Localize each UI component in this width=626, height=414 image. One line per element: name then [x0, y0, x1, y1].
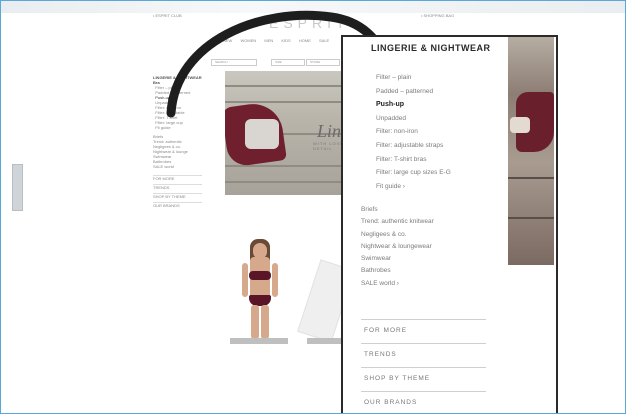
subcategory-item[interactable]: Unpadded	[376, 112, 451, 126]
category-item[interactable]: Negligees & co.	[361, 229, 434, 241]
subcategory-item-selected[interactable]: Push-up	[376, 98, 451, 112]
screenshot-frame: • ESPRIT CLUB • SHOPPING BAG ESPRIT NEW …	[0, 0, 626, 414]
category-item[interactable]: Nightwear & loungewear	[361, 241, 434, 253]
category-list: Briefs Trend: authentic knitwear Neglige…	[361, 204, 434, 290]
subcategory-item[interactable]: Filter: non-iron	[376, 125, 451, 139]
section-trends[interactable]: TRENDS	[361, 343, 486, 367]
subcategory-list: Filter – plain Padded – patterned Push-u…	[376, 71, 451, 193]
category-item[interactable]: SALE world ›	[361, 278, 434, 290]
panel-hero-image[interactable]	[508, 37, 554, 265]
zoomed-menu-panel: LINGERIE & NIGHTWEAR Filter – plain Padd…	[341, 35, 558, 413]
category-item[interactable]: Bathrobes	[361, 265, 434, 277]
subcategory-item[interactable]: Filter – plain	[376, 71, 451, 85]
section-for-more[interactable]: FOR MORE	[361, 319, 486, 343]
panel-title: LINGERIE & NIGHTWEAR	[371, 43, 491, 53]
subcategory-item[interactable]: Fit guide ›	[376, 180, 451, 194]
section-our-brands[interactable]: OUR BRANDS	[361, 391, 486, 413]
subcategory-item[interactable]: Filter: T-shirt bras	[376, 153, 451, 167]
subcategory-item[interactable]: Filter: large cup sizes E-G	[376, 166, 451, 180]
category-item[interactable]: Trend: authentic knitwear	[361, 216, 434, 228]
section-shop-by-theme[interactable]: SHOP BY THEME	[361, 367, 486, 391]
subcategory-item[interactable]: Padded – patterned	[376, 85, 451, 99]
category-item[interactable]: Briefs	[361, 204, 434, 216]
category-item[interactable]: Swimwear	[361, 253, 434, 265]
section-list: FOR MORE TRENDS SHOP BY THEME OUR BRANDS	[361, 319, 486, 413]
subcategory-item[interactable]: Filter: adjustable straps	[376, 139, 451, 153]
